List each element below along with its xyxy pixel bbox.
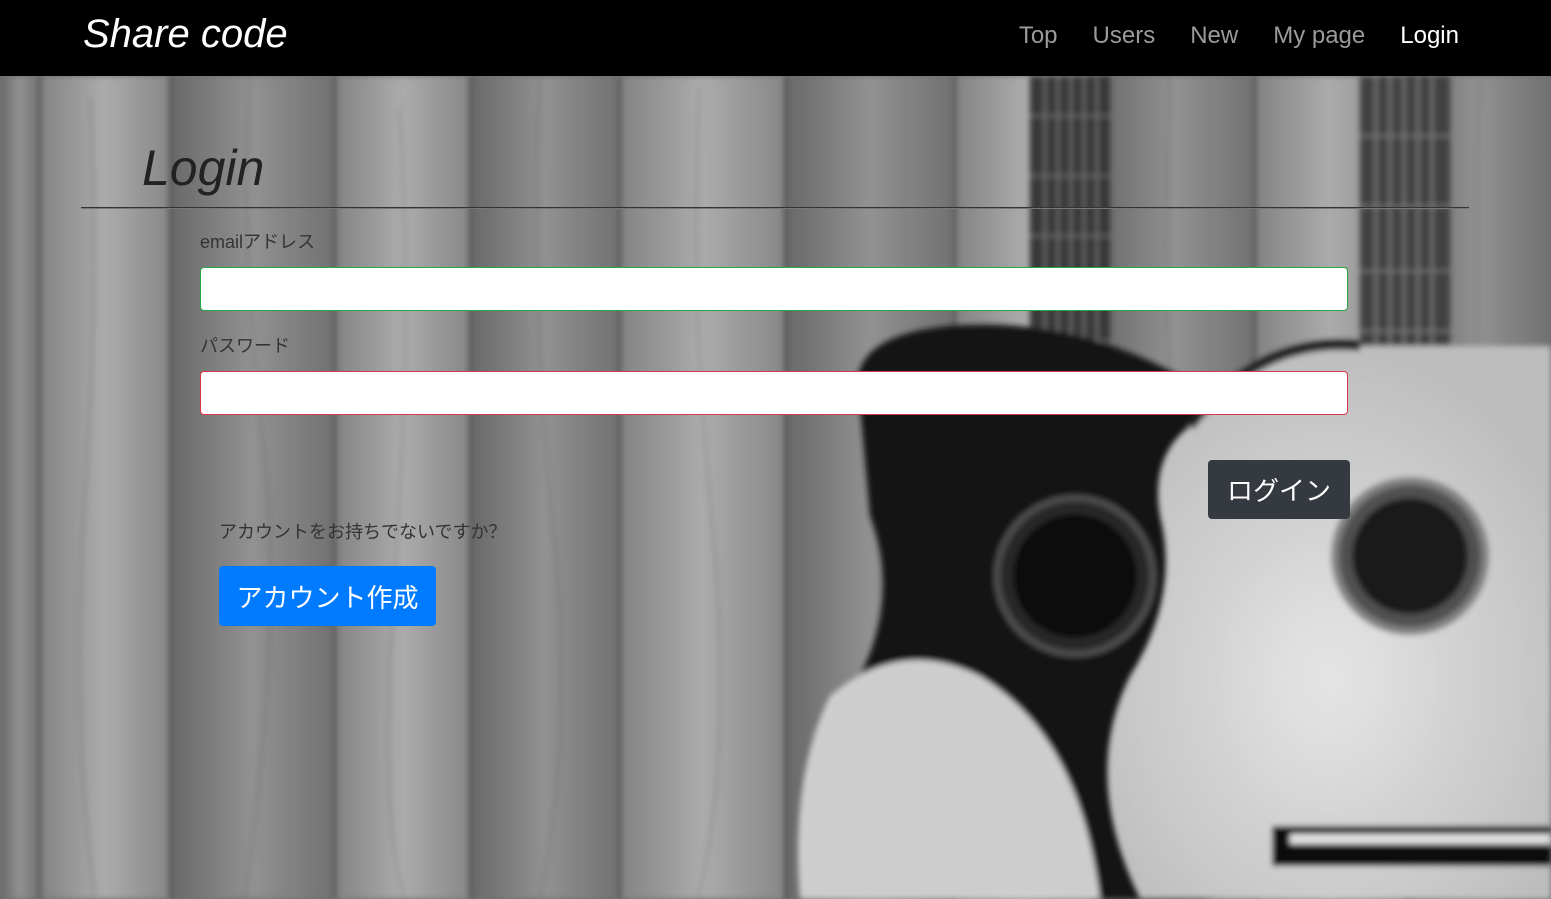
login-button[interactable]: ログイン [1208, 460, 1350, 519]
title-divider [81, 207, 1469, 209]
page-title: Login [142, 140, 265, 196]
nav-link-my-page[interactable]: My page [1273, 20, 1365, 52]
nav-link-users[interactable]: Users [1093, 20, 1156, 52]
email-field[interactable] [200, 267, 1348, 311]
brand-logo[interactable]: Share code [83, 10, 288, 58]
password-label: パスワード [200, 336, 290, 356]
create-account-button[interactable]: アカウント作成 [219, 566, 436, 626]
password-field[interactable] [200, 371, 1348, 415]
nav-link-top[interactable]: Top [1019, 20, 1058, 52]
email-label: emailアドレス [200, 232, 316, 252]
nav-link-new[interactable]: New [1190, 20, 1238, 52]
navbar: Share code Top Users New My page Login [0, 0, 1551, 76]
signup-prompt: アカウントをお持ちでないですか？ [219, 522, 507, 542]
nav-link-login[interactable]: Login [1400, 20, 1459, 52]
login-main: Login emailアドレス パスワード ログイン アカウントをお持ちでないで… [0, 76, 1551, 899]
nav-links: Top Users New My page Login [984, 20, 1459, 52]
